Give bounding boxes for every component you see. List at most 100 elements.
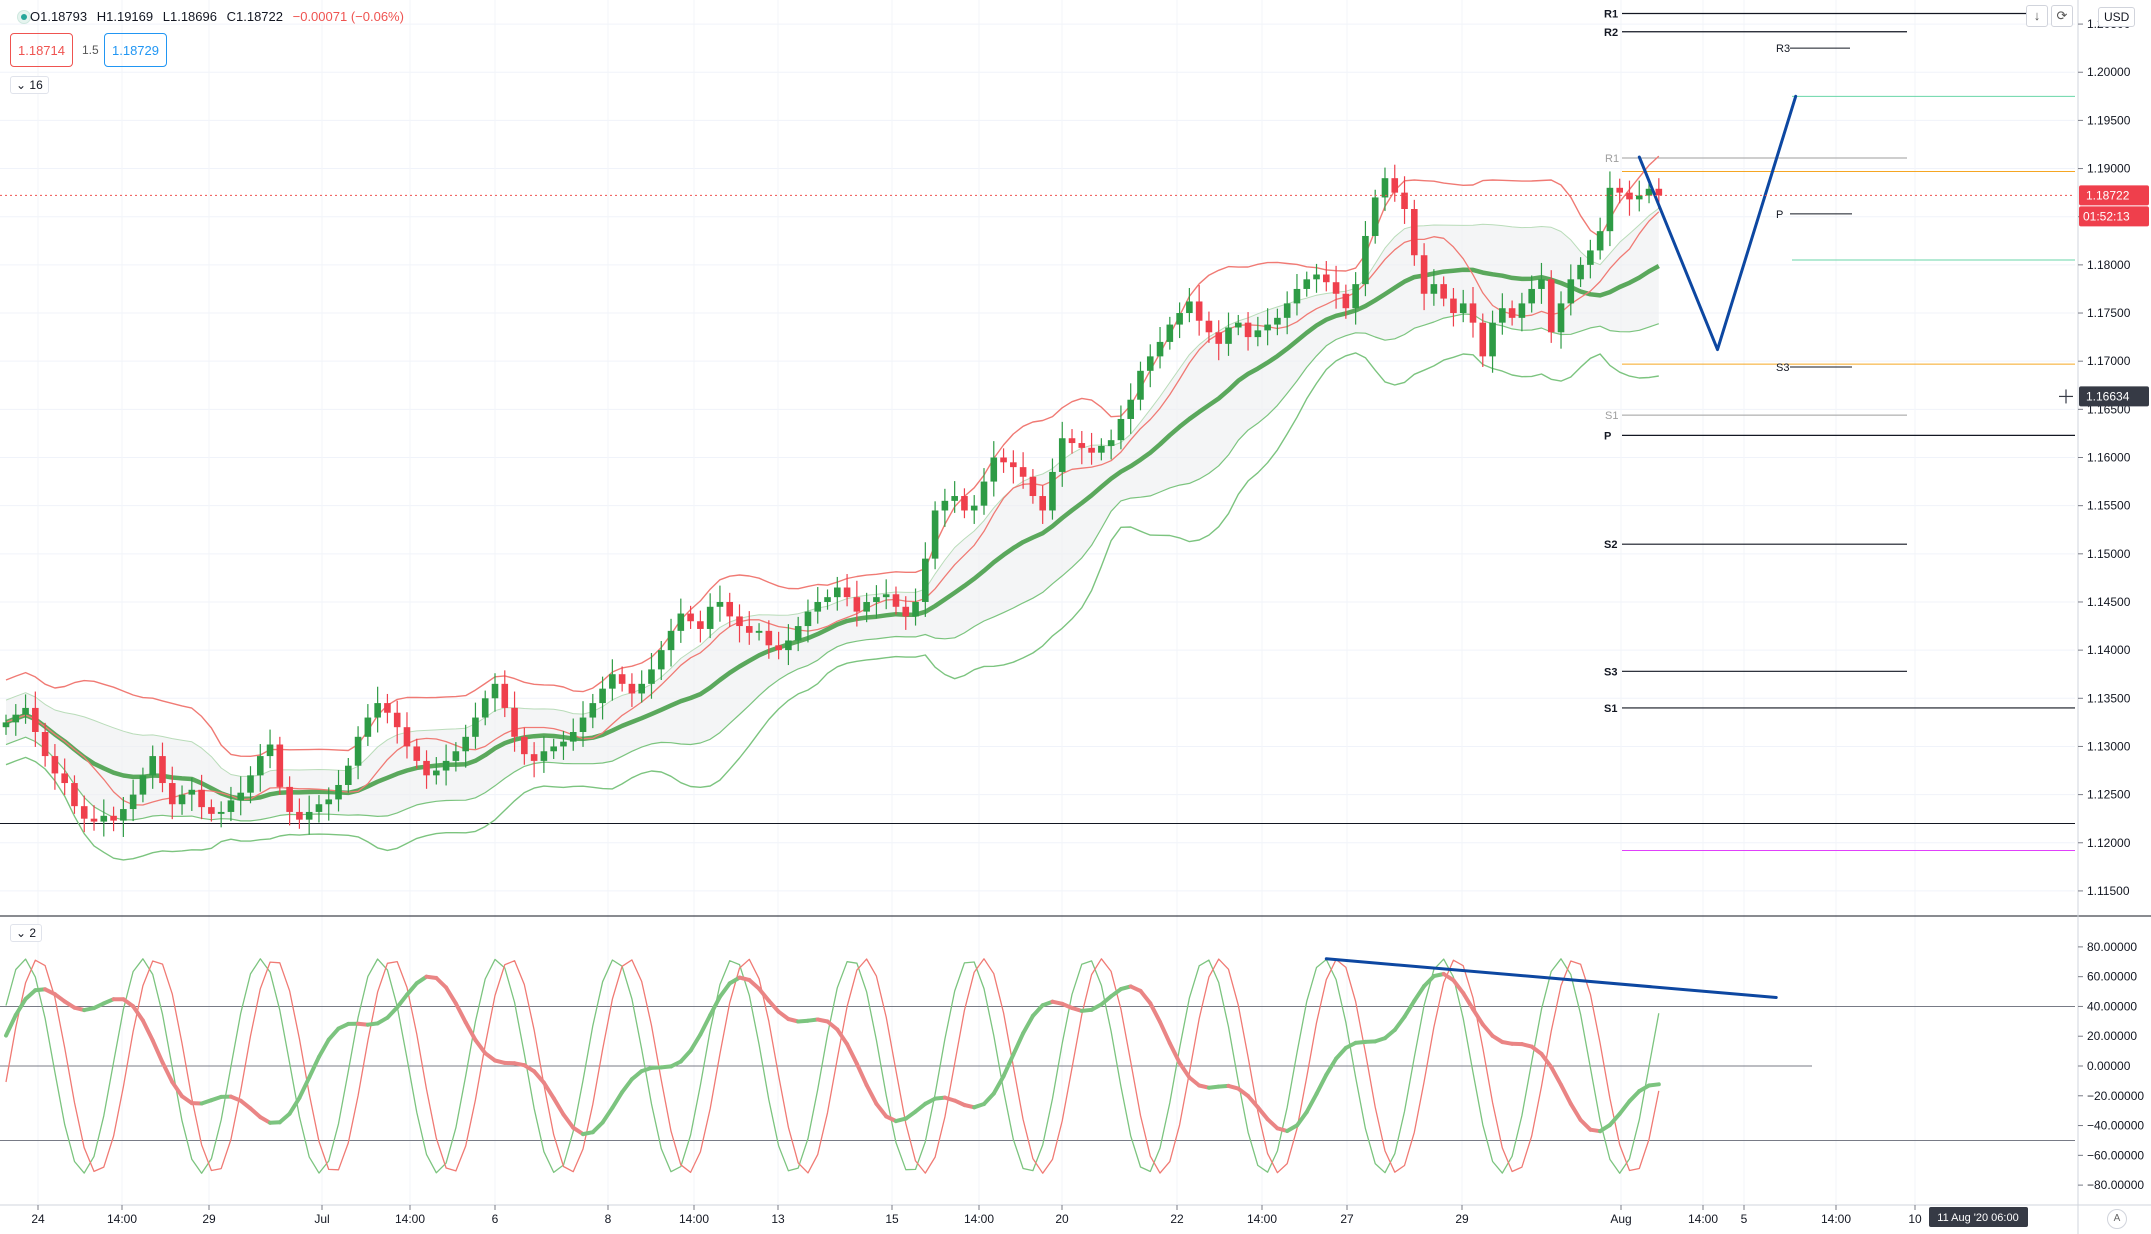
candle-body[interactable] [1283,303,1291,318]
candle-body[interactable] [970,505,978,511]
candle-body[interactable] [1205,320,1213,333]
candle-body[interactable] [765,630,773,646]
candle-body[interactable] [1616,187,1623,193]
candle-body[interactable] [1029,476,1037,497]
candle-body[interactable] [491,683,499,699]
candle-body[interactable] [1411,209,1418,256]
candle-body[interactable] [814,601,822,612]
candle-body[interactable] [1459,303,1467,314]
candle-body[interactable] [1371,197,1379,236]
candle-body[interactable] [384,703,391,713]
candle-body[interactable] [511,707,518,737]
auto-scale-button[interactable]: A [2107,1209,2127,1229]
candle-body[interactable] [1587,250,1594,265]
candle-body[interactable] [853,597,861,612]
candle-body[interactable] [1469,303,1477,323]
candle-body[interactable] [657,650,665,670]
candle-body[interactable] [1313,274,1320,280]
candle-body[interactable] [80,806,88,819]
candle-body[interactable] [1156,341,1164,357]
candle-body[interactable] [912,601,919,617]
candle-body[interactable] [413,746,421,761]
refresh-icon[interactable]: ⟳ [2051,5,2073,27]
candle-body[interactable] [403,727,411,747]
candle-body[interactable] [843,587,851,598]
candle-body[interactable] [716,601,724,607]
candle-body[interactable] [1567,279,1575,304]
candle-body[interactable] [706,606,714,629]
candle-body[interactable] [1420,255,1428,294]
candle-body[interactable] [1039,496,1046,511]
candle-body[interactable] [296,811,303,820]
indicators-collapse-button[interactable]: ⌄ 16 [10,76,49,94]
oscillator-collapse-button[interactable]: ⌄ 2 [10,924,43,942]
candle-body[interactable] [1225,327,1232,344]
candle-body[interactable] [834,587,841,598]
candle-body[interactable] [628,683,636,694]
candle-body[interactable] [335,784,342,800]
candle-body[interactable] [1352,284,1359,309]
candle-body[interactable] [110,815,117,821]
candle-body[interactable] [1440,284,1447,299]
candle-body[interactable] [745,626,753,633]
candle-body[interactable] [736,616,743,627]
candle-body[interactable] [569,732,577,742]
candle-body[interactable] [1186,301,1193,314]
candle-body[interactable] [589,703,597,718]
candle-body[interactable] [1606,187,1614,232]
candle-body[interactable] [1264,324,1271,331]
candle-body[interactable] [1528,288,1535,304]
candle-body[interactable] [794,626,802,641]
candle-body[interactable] [345,765,352,785]
candle-body[interactable] [1137,370,1144,400]
candle-body[interactable] [1293,288,1301,304]
candle-body[interactable] [1215,332,1223,344]
candle-body[interactable] [882,594,890,598]
candle-body[interactable] [1058,438,1066,472]
candle-body[interactable] [951,496,958,501]
candle-body[interactable] [638,683,645,694]
candle-body[interactable] [1479,322,1487,357]
candle-body[interactable] [1508,308,1516,318]
candle-body[interactable] [1362,235,1369,285]
candle-body[interactable] [1244,322,1252,338]
candle-body[interactable] [618,674,626,684]
candle-body[interactable] [726,601,734,617]
candle-body[interactable] [990,457,998,482]
candle-body[interactable] [315,804,323,812]
candle-body[interactable] [922,558,929,602]
candle-body[interactable] [374,703,381,718]
candle-body[interactable] [677,613,685,631]
candle-body[interactable] [159,756,166,784]
candle-body[interactable] [550,746,557,752]
candle-body[interactable] [1146,356,1154,371]
candle-body[interactable] [32,707,39,732]
candle-body[interactable] [266,744,274,757]
candle-body[interactable] [824,597,831,602]
candle-body[interactable] [276,744,284,787]
candle-body[interactable] [1274,317,1281,325]
candle-body[interactable] [423,760,430,776]
candle-body[interactable] [501,683,509,708]
candle-body[interactable] [1518,303,1526,318]
candle-body[interactable] [1489,322,1496,357]
candle-body[interactable] [530,754,538,761]
candle-body[interactable] [71,783,78,807]
candle-body[interactable] [227,800,235,812]
candle-body[interactable] [1234,322,1242,328]
candle-body[interactable] [462,736,469,752]
candle-body[interactable] [198,789,205,808]
candle-body[interactable] [1635,195,1643,200]
candle-body[interactable] [1626,192,1633,200]
candle-body[interactable] [785,640,792,651]
candle-body[interactable] [1557,303,1565,333]
candle-body[interactable] [139,775,147,795]
candle-body[interactable] [1166,324,1174,342]
candle-body[interactable] [41,732,49,757]
candle-body[interactable] [1391,178,1399,193]
candle-body[interactable] [1499,308,1506,323]
candle-body[interactable] [1655,188,1663,196]
candle-body[interactable] [1596,231,1604,251]
candle-body[interactable] [1176,313,1183,325]
candle-body[interactable] [961,496,968,511]
